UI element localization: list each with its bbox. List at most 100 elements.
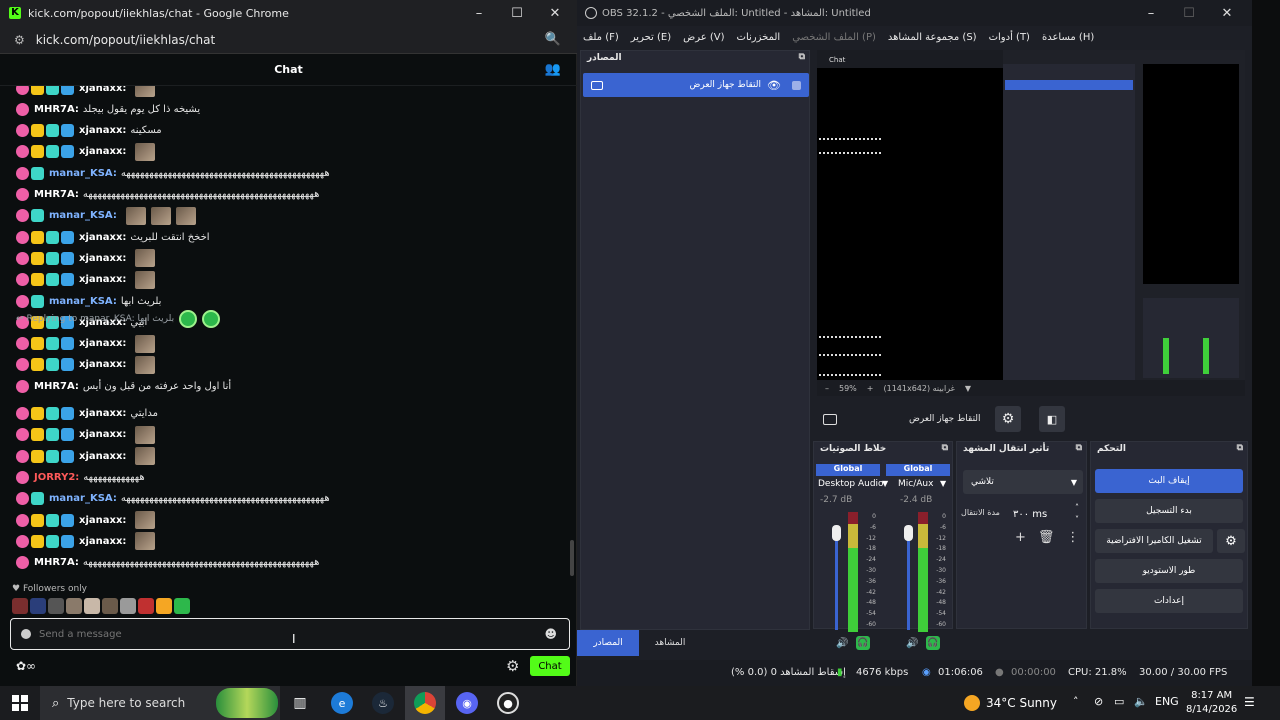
- chat-message[interactable]: xjanaxx:: [16, 334, 156, 354]
- channel-menu-icon[interactable]: ▼: [882, 479, 888, 488]
- badge-icon[interactable]: [61, 407, 74, 420]
- recent-chatters[interactable]: [12, 598, 190, 614]
- badge-icon[interactable]: [16, 428, 29, 442]
- badge-icon[interactable]: [16, 513, 29, 527]
- chat-username[interactable]: manar_KSA:: [49, 210, 117, 221]
- system-clock[interactable]: 8:17 AM 8/14/2026: [1186, 689, 1237, 717]
- badge-icon[interactable]: [16, 492, 29, 506]
- lock-icon[interactable]: [792, 80, 801, 90]
- stop-streaming-button[interactable]: إيقاف البث: [1095, 469, 1243, 493]
- task-view-icon[interactable]: ▥: [289, 692, 311, 714]
- avatar[interactable]: [102, 598, 118, 614]
- network-icon[interactable]: ⊘: [1094, 695, 1103, 708]
- chat-username[interactable]: xjanaxx:: [79, 408, 126, 419]
- fader-handle[interactable]: [904, 525, 913, 541]
- undock-icon[interactable]: ⧉: [942, 443, 948, 453]
- obs-icon[interactable]: ●: [497, 692, 519, 714]
- zoom-in-icon[interactable]: +: [867, 384, 874, 393]
- settings-gear-icon[interactable]: ⚙: [506, 657, 519, 675]
- speaker-icon[interactable]: 🔊: [836, 638, 848, 649]
- badge-icon[interactable]: [46, 251, 59, 265]
- badge-icon[interactable]: [31, 513, 44, 527]
- weather-widget[interactable]: 34°C Sunny: [964, 695, 1057, 711]
- chat-message[interactable]: manar_KSA: بلريث ابها: [16, 291, 161, 311]
- emote-picker-icon[interactable]: [21, 629, 31, 639]
- maximize-icon[interactable]: ☐: [498, 0, 536, 26]
- windows-start-icon[interactable]: [12, 695, 28, 711]
- chat-message[interactable]: xjanaxx: اخخخ انتقت للبريث: [16, 227, 210, 247]
- chat-message[interactable]: MHR7A: هههههههههههههههههههههههههههههههههه…: [16, 185, 319, 205]
- volume-fader-mic[interactable]: [907, 526, 910, 630]
- chat-message[interactable]: manar_KSA: هههههههههههههههههههههههههههههه…: [16, 489, 330, 509]
- badge-icon[interactable]: [46, 407, 59, 420]
- badge-icon[interactable]: [31, 251, 44, 265]
- tab-sources[interactable]: المصادر: [577, 630, 639, 656]
- chat-message[interactable]: MHR7A: يشيخه ذا كل يوم يقول بيجلد: [16, 99, 200, 119]
- tab-scenes[interactable]: المشاهد: [639, 630, 701, 656]
- badge-icon[interactable]: [31, 209, 44, 223]
- chat-username[interactable]: MHR7A:: [34, 557, 79, 568]
- channel-name-mic[interactable]: Mic/Aux: [898, 479, 933, 489]
- chat-username[interactable]: xjanaxx:: [79, 536, 126, 547]
- zoom-dropdown-icon[interactable]: ▼: [965, 384, 971, 393]
- avatar[interactable]: [12, 598, 28, 614]
- badge-icon[interactable]: [16, 407, 29, 420]
- badge-icon[interactable]: [31, 273, 44, 287]
- badge-icon[interactable]: [46, 534, 59, 548]
- chat-username[interactable]: MHR7A:: [34, 104, 79, 115]
- send-chat-button[interactable]: Chat: [530, 656, 570, 676]
- zoom-out-icon[interactable]: –: [825, 384, 829, 393]
- badge-icon[interactable]: [46, 513, 59, 527]
- chat-message[interactable]: xjanaxx:: [16, 355, 156, 375]
- smiley-icon[interactable]: ☻: [544, 627, 557, 641]
- chat-username[interactable]: xjanaxx:: [79, 515, 126, 526]
- badge-icon[interactable]: [31, 124, 44, 138]
- steam-icon[interactable]: ♨: [372, 692, 394, 714]
- badge-icon[interactable]: [31, 428, 44, 442]
- minimize-icon[interactable]: –: [460, 0, 498, 26]
- kick-points-icon[interactable]: ✿∞: [16, 659, 36, 673]
- chat-message[interactable]: xjanaxx:: [16, 446, 156, 466]
- chat-message[interactable]: xjanaxx:: [16, 270, 156, 290]
- badge-icon[interactable]: [31, 492, 44, 506]
- badge-icon[interactable]: [46, 145, 59, 159]
- badge-icon[interactable]: [31, 449, 44, 463]
- badge-icon[interactable]: [16, 534, 29, 548]
- chat-message[interactable]: manar_KSA: هههههههههههههههههههههههههههههه…: [16, 163, 330, 183]
- avatar[interactable]: [66, 598, 82, 614]
- source-filters-icon[interactable]: ◧: [1039, 406, 1065, 432]
- trash-icon[interactable]: 🗑: [1038, 530, 1055, 545]
- chat-message[interactable]: manar_KSA:: [16, 206, 196, 226]
- badge-icon[interactable]: [31, 534, 44, 548]
- start-recording-button[interactable]: بدء التسجيل: [1095, 499, 1243, 523]
- badge-icon[interactable]: [16, 556, 29, 570]
- add-icon[interactable]: +: [1015, 530, 1026, 545]
- chat-message[interactable]: xjanaxx:: [16, 510, 156, 530]
- chat-username[interactable]: MHR7A:: [34, 381, 79, 392]
- badge-icon[interactable]: [46, 124, 59, 138]
- minimize-icon[interactable]: –: [1132, 0, 1170, 26]
- avatar[interactable]: [120, 598, 136, 614]
- badge-icon[interactable]: [46, 358, 59, 372]
- avatar[interactable]: [156, 598, 172, 614]
- site-info-icon[interactable]: ⚙: [14, 33, 25, 47]
- chat-message[interactable]: MHR7A: أنا اول واحد عرفته من قبل ون أيس: [16, 376, 231, 396]
- menu-view[interactable]: عرض (V): [683, 32, 724, 43]
- notification-icon[interactable]: ☰: [1244, 695, 1255, 709]
- headphones-icon[interactable]: 🎧: [926, 636, 940, 650]
- badge-icon[interactable]: [16, 102, 29, 116]
- source-item-display-capture[interactable]: التقاط جهاز العرض 👁: [583, 73, 809, 97]
- visibility-eye-icon[interactable]: 👁: [767, 79, 781, 92]
- virtual-camera-gear-icon[interactable]: ⚙: [1217, 529, 1245, 553]
- chat-username[interactable]: xjanaxx:: [79, 232, 126, 243]
- chat-username[interactable]: xjanaxx:: [79, 451, 126, 462]
- badge-icon[interactable]: [31, 358, 44, 372]
- chat-username[interactable]: xjanaxx:: [79, 125, 126, 136]
- menu-tools[interactable]: أدوات (T): [989, 32, 1030, 43]
- zoom-icon[interactable]: 🔍: [545, 32, 561, 47]
- chat-username[interactable]: xjanaxx:: [79, 429, 126, 440]
- undock-icon[interactable]: ⧉: [799, 52, 805, 62]
- badge-icon[interactable]: [46, 337, 59, 351]
- badge-icon[interactable]: [16, 86, 29, 95]
- badge-icon[interactable]: [16, 470, 29, 484]
